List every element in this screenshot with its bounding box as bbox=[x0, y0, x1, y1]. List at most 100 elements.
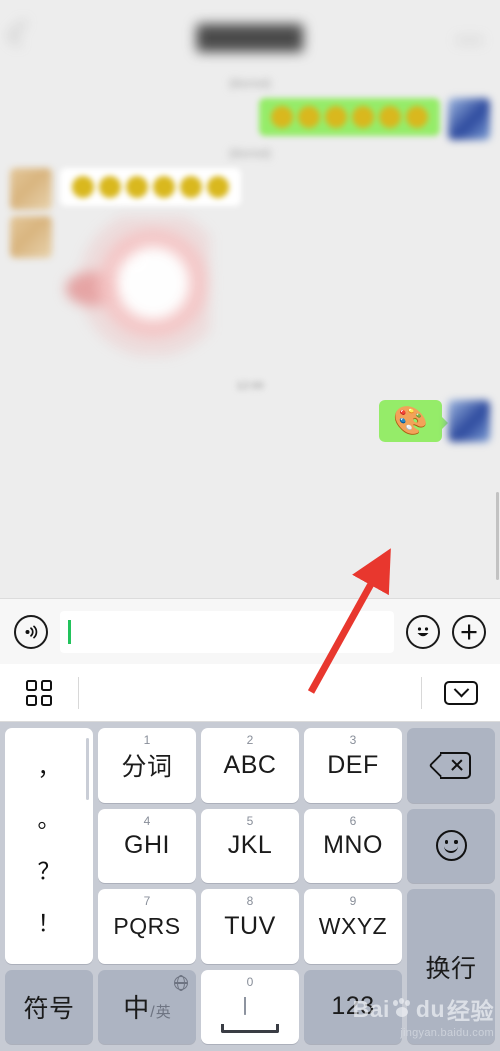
message-input-field[interactable] bbox=[60, 610, 394, 653]
key-label: ABC bbox=[223, 750, 277, 779]
toolbar-divider bbox=[78, 676, 79, 709]
backspace-icon bbox=[428, 751, 471, 779]
message-row-incoming-emoji bbox=[0, 168, 500, 210]
newline-key[interactable]: 换行 bbox=[407, 889, 495, 1044]
key-number: 9 bbox=[349, 894, 357, 908]
message-row-outgoing-emoji bbox=[0, 98, 500, 140]
t9-keyboard: ， 。 ？ ！ 1 分词 2 ABC 3 DEF 4 GHI 5 JKL 6 M… bbox=[0, 722, 500, 1051]
avatar[interactable] bbox=[10, 168, 52, 210]
punct-question: ？ bbox=[37, 858, 61, 885]
space-key[interactable]: 0 bbox=[201, 969, 299, 1044]
key-label: DEF bbox=[327, 750, 379, 779]
timestamp: 12:00 bbox=[236, 380, 264, 392]
punct-period: 。 bbox=[37, 806, 61, 833]
key-number: 7 bbox=[143, 894, 151, 908]
scrollbar[interactable] bbox=[496, 492, 499, 580]
key-label: WXYZ bbox=[318, 912, 388, 939]
key-5-jkl[interactable]: 5 JKL bbox=[201, 808, 299, 883]
message-row-incoming-sticker bbox=[0, 216, 500, 356]
key-number: 2 bbox=[246, 733, 254, 747]
emoji-glyph bbox=[379, 106, 401, 128]
artist-palette-icon: 🎨 bbox=[393, 405, 428, 436]
avatar[interactable] bbox=[448, 400, 490, 442]
punctuation-key[interactable]: ， 。 ？ ！ bbox=[5, 728, 93, 964]
chat-header: (blurred) ••• bbox=[0, 0, 500, 70]
microphone-icon bbox=[243, 996, 257, 1019]
message-row-outgoing-palette: 🎨 bbox=[0, 400, 500, 442]
key-label: 分词 bbox=[121, 753, 173, 782]
key-7-pqrs[interactable]: 7 PQRS bbox=[98, 889, 196, 964]
key-number: 0 bbox=[246, 974, 254, 989]
backspace-key[interactable] bbox=[407, 728, 495, 803]
key-4-ghi[interactable]: 4 GHI bbox=[98, 808, 196, 883]
key-8-tuv[interactable]: 8 TUV bbox=[201, 889, 299, 964]
language-toggle-key[interactable]: 中 / 英 bbox=[98, 969, 196, 1044]
key-number: 3 bbox=[349, 733, 357, 747]
key-label: 符号 bbox=[23, 994, 75, 1023]
chevron-down-icon bbox=[444, 680, 478, 705]
message-bubble[interactable] bbox=[60, 168, 241, 206]
smiley-face-icon bbox=[435, 830, 467, 862]
palette-emoji-bubble[interactable]: 🎨 bbox=[379, 400, 448, 442]
lang-en-label: 英 bbox=[155, 1004, 171, 1022]
key-number: 1 bbox=[143, 733, 151, 747]
key-label: PQRS bbox=[113, 912, 181, 939]
emoji-glyph bbox=[99, 176, 121, 198]
key-label: TUV bbox=[224, 911, 276, 940]
text-caret bbox=[68, 619, 71, 644]
keyboard-grid-button[interactable] bbox=[0, 679, 78, 706]
key-1-fenci[interactable]: 1 分词 bbox=[98, 728, 196, 803]
punct-comma: ， bbox=[37, 754, 61, 781]
lang-separator: / bbox=[150, 1004, 155, 1022]
emoji-glyph bbox=[325, 106, 347, 128]
key-3-def[interactable]: 3 DEF bbox=[304, 728, 402, 803]
spacebar-indicator bbox=[221, 1023, 279, 1033]
key-number: 8 bbox=[246, 894, 254, 908]
timestamp: (blurred) bbox=[229, 78, 271, 90]
key-number: 4 bbox=[143, 813, 151, 828]
keyboard-emoji-key[interactable] bbox=[407, 808, 495, 883]
key-label: GHI bbox=[124, 831, 170, 860]
more-options-button[interactable]: ••• bbox=[457, 30, 484, 53]
key-label: 123 bbox=[331, 992, 375, 1021]
key-label: JKL bbox=[227, 831, 273, 860]
key-label: MNO bbox=[323, 831, 383, 860]
chat-title: (blurred) bbox=[196, 24, 304, 52]
punct-exclaim: ！ bbox=[37, 910, 61, 937]
lang-zh-label: 中 bbox=[123, 993, 150, 1024]
sticker-image[interactable] bbox=[60, 216, 210, 356]
numeric-key[interactable]: 123 bbox=[304, 969, 402, 1044]
punct-scrollbar[interactable] bbox=[86, 738, 89, 800]
keyboard-grid-icon bbox=[26, 679, 52, 706]
key-6-mno[interactable]: 6 MNO bbox=[304, 808, 402, 883]
emoji-glyph bbox=[207, 176, 229, 198]
keyboard-toolbar bbox=[0, 664, 500, 722]
emoji-glyph bbox=[298, 106, 320, 128]
emoji-glyph bbox=[153, 176, 175, 198]
collapse-keyboard-button[interactable] bbox=[422, 680, 500, 705]
back-button[interactable] bbox=[8, 20, 34, 46]
key-9-wxyz[interactable]: 9 WXYZ bbox=[304, 889, 402, 964]
avatar[interactable] bbox=[10, 216, 52, 258]
emoji-glyph bbox=[352, 106, 374, 128]
avatar[interactable] bbox=[448, 98, 490, 140]
more-actions-button[interactable] bbox=[452, 614, 486, 649]
timestamp: (blurred) bbox=[229, 148, 271, 160]
chat-message-list[interactable]: (blurred) ••• (blurred) (blurred) bbox=[0, 0, 500, 598]
key-2-abc[interactable]: 2 ABC bbox=[201, 728, 299, 803]
symbols-key[interactable]: 符号 bbox=[5, 969, 93, 1044]
screen-root: (blurred) ••• (blurred) (blurred) bbox=[0, 0, 500, 1051]
emoji-glyph bbox=[406, 106, 428, 128]
globe-icon bbox=[174, 975, 188, 990]
emoji-glyph bbox=[126, 176, 148, 198]
chat-input-bar bbox=[0, 598, 500, 664]
voice-input-icon[interactable] bbox=[14, 614, 48, 649]
key-number: 6 bbox=[349, 813, 357, 828]
emoji-glyph bbox=[180, 176, 202, 198]
emoji-picker-button[interactable] bbox=[406, 614, 440, 649]
key-label: 换行 bbox=[425, 954, 477, 983]
emoji-glyph bbox=[72, 176, 94, 198]
key-number: 5 bbox=[246, 813, 254, 828]
emoji-glyph bbox=[271, 106, 293, 128]
message-bubble[interactable] bbox=[259, 98, 440, 136]
